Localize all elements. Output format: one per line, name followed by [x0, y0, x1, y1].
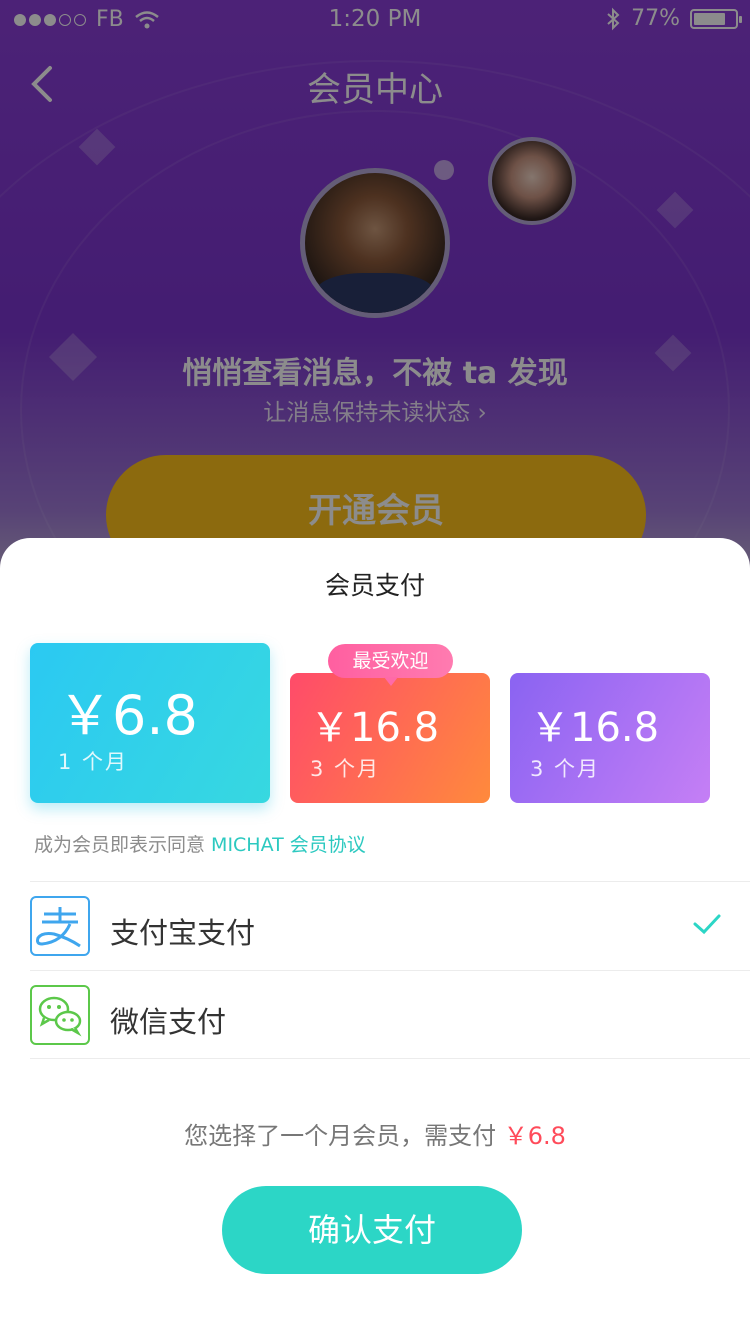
plan-duration: 1 个月 — [58, 750, 129, 774]
popular-badge: 最受欢迎 — [328, 644, 453, 686]
modal-overlay[interactable] — [0, 0, 750, 600]
payment-summary: 您选择了一个月会员，需支付 ￥6.8 — [0, 1116, 750, 1151]
check-icon — [693, 914, 721, 935]
agreement-text: 成为会员即表示同意 MICHAT 会员协议 — [34, 830, 366, 857]
summary-text: 您选择了一个月会员，需支付 — [184, 1122, 504, 1150]
plan-duration: 3 个月 — [530, 757, 601, 781]
payment-option-wechat[interactable]: 微信支付 — [30, 970, 750, 1059]
payment-label: 微信支付 — [110, 1005, 227, 1039]
payment-option-alipay[interactable]: 支付宝支付 — [30, 881, 750, 970]
plan-card-1-month[interactable]: ￥6.8 1 个月 — [30, 643, 270, 803]
plan-duration: 3 个月 — [310, 757, 381, 781]
agreement-prefix: 成为会员即表示同意 — [34, 834, 212, 856]
wechat-icon — [30, 985, 90, 1045]
plan-price: ￥16.8 — [310, 705, 440, 751]
payment-sheet: 会员支付 ￥6.8 1 个月 ￥16.8 3 个月 最受欢迎 ￥16.8 3 个… — [0, 538, 750, 1334]
plan-price: ￥16.8 — [530, 705, 660, 751]
payment-label: 支付宝支付 — [110, 916, 256, 950]
sheet-title: 会员支付 — [324, 571, 425, 600]
alipay-icon — [30, 896, 90, 956]
summary-amount: ￥6.8 — [503, 1122, 566, 1150]
plan-card-3-months-popular[interactable]: ￥16.8 3 个月 — [290, 673, 490, 803]
plan-card-3-months[interactable]: ￥16.8 3 个月 — [510, 673, 710, 803]
plan-price: ￥6.8 — [58, 684, 198, 747]
confirm-payment-button[interactable]: 确认支付 — [222, 1186, 522, 1274]
agreement-link[interactable]: MICHAT 会员协议 — [211, 834, 366, 856]
